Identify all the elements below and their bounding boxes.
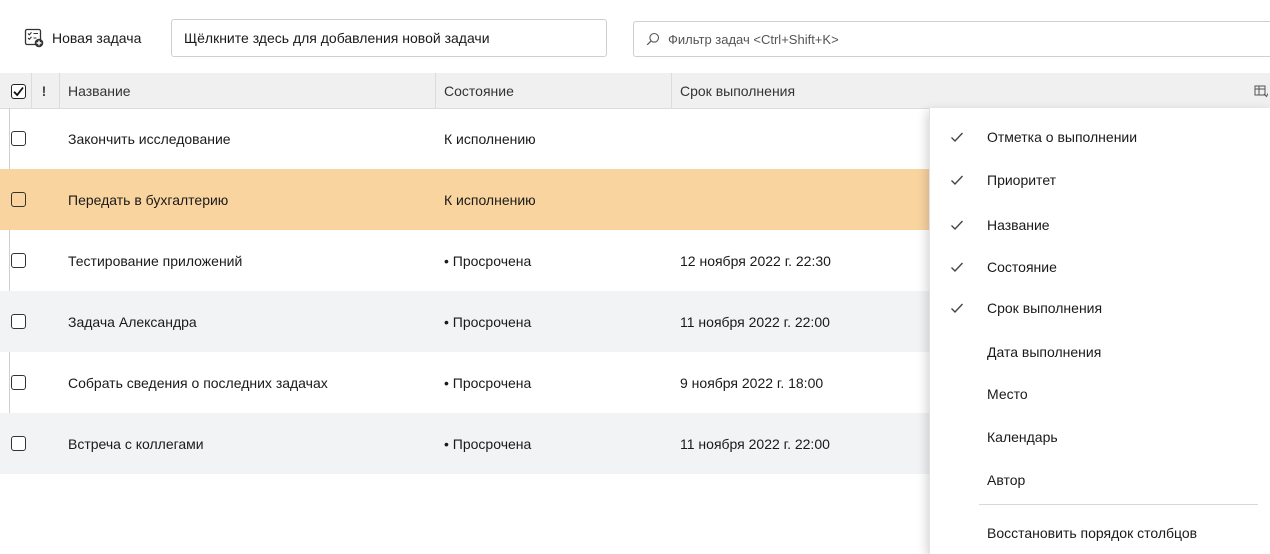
menu-item-completed[interactable]: Отметка о выполнении: [930, 117, 1270, 157]
quick-add-task-input[interactable]: [171, 19, 607, 57]
task-due: 11 ноября 2022 г. 22:00: [680, 313, 830, 330]
column-picker-button[interactable]: [1254, 73, 1268, 109]
menu-item-label: Приоритет: [987, 172, 1057, 188]
complete-checkbox[interactable]: [11, 131, 26, 146]
task-add-icon: [24, 28, 44, 48]
check-icon: [951, 132, 964, 143]
menu-item-priority[interactable]: Приоритет: [930, 160, 1270, 200]
menu-divider: [979, 504, 1258, 505]
task-status: К исполнению: [444, 191, 536, 208]
menu-item-restore-columns[interactable]: Восстановить порядок столбцов: [930, 513, 1270, 553]
menu-item-label: Дата выполнения: [987, 344, 1102, 360]
menu-item-label: Автор: [987, 472, 1026, 488]
column-divider: [59, 73, 60, 109]
task-due: 9 ноября 2022 г. 18:00: [680, 374, 824, 391]
header-due[interactable]: Срок выполнения: [680, 73, 795, 109]
menu-item-calendar[interactable]: Календарь: [930, 417, 1270, 457]
task-filter[interactable]: [633, 21, 1270, 57]
complete-checkbox[interactable]: [11, 375, 26, 390]
column-divider: [31, 73, 32, 109]
column-divider[interactable]: [435, 73, 436, 109]
menu-item-label: Срок выполнения: [987, 300, 1103, 316]
column-chooser-menu: Отметка о выполнении Приоритет Название …: [929, 108, 1270, 554]
complete-checkbox[interactable]: [11, 436, 26, 451]
task-list-header: ! Название Состояние Срок выполнения: [0, 73, 1270, 109]
menu-item-label: Название: [987, 217, 1050, 233]
check-icon: [13, 86, 24, 96]
menu-item-label: Место: [987, 386, 1028, 402]
menu-item-completion-date[interactable]: Дата выполнения: [930, 332, 1270, 372]
check-icon: [951, 175, 964, 186]
check-icon: [951, 220, 964, 231]
header-priority[interactable]: !: [37, 73, 51, 109]
header-completed-checkbox[interactable]: [11, 73, 26, 109]
task-title: Задача Александра: [68, 313, 197, 330]
task-title: Встреча с коллегами: [68, 435, 204, 452]
task-due: 11 ноября 2022 г. 22:00: [680, 435, 830, 452]
task-filter-input[interactable]: [668, 31, 1228, 47]
select-all-checkbox[interactable]: [11, 83, 26, 99]
check-icon: [951, 262, 964, 273]
task-title: Закончить исследование: [68, 130, 231, 147]
task-title: Собрать сведения о последних задачах: [68, 374, 328, 391]
header-title[interactable]: Название: [68, 73, 131, 109]
toolbar: Новая задача: [0, 0, 1270, 66]
complete-checkbox[interactable]: [11, 253, 26, 268]
menu-item-title[interactable]: Название: [930, 205, 1270, 245]
menu-item-location[interactable]: Место: [930, 374, 1270, 414]
new-task-label: Новая задача: [52, 30, 142, 46]
task-status: • Просрочена: [444, 313, 532, 330]
column-divider[interactable]: [671, 73, 672, 109]
new-task-button[interactable]: Новая задача: [24, 28, 141, 48]
task-due: 12 ноября 2022 г. 22:30: [680, 252, 831, 269]
task-status: • Просрочена: [444, 435, 532, 452]
menu-item-label: Состояние: [987, 259, 1057, 275]
task-title: Тестирование приложений: [68, 252, 243, 269]
complete-checkbox[interactable]: [11, 192, 26, 207]
menu-item-label: Календарь: [987, 429, 1058, 445]
task-title: Передать в бухгалтерию: [68, 191, 229, 208]
task-status: • Просрочена: [444, 374, 532, 391]
menu-item-author[interactable]: Автор: [930, 460, 1270, 500]
complete-checkbox[interactable]: [11, 314, 26, 329]
menu-item-label: Отметка о выполнении: [987, 129, 1138, 145]
menu-item-label: Восстановить порядок столбцов: [987, 525, 1198, 541]
task-status: • Просрочена: [444, 252, 532, 269]
column-picker-icon: [1254, 85, 1268, 98]
check-icon: [951, 303, 964, 314]
search-icon: [646, 32, 660, 46]
header-status[interactable]: Состояние: [444, 73, 514, 109]
menu-item-status[interactable]: Состояние: [930, 247, 1270, 287]
task-status: К исполнению: [444, 130, 536, 147]
menu-item-due[interactable]: Срок выполнения: [930, 288, 1270, 328]
